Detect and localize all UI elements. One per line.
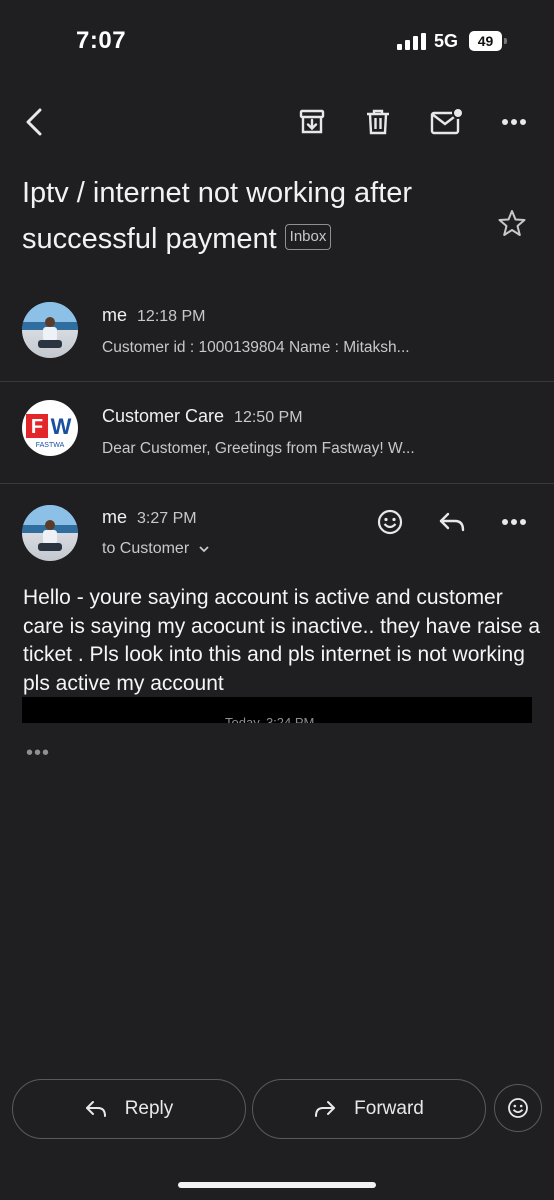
back-button[interactable]: [14, 102, 54, 142]
battery-icon: 49: [469, 31, 507, 51]
status-time: 7:07: [76, 27, 127, 54]
trash-icon: [367, 109, 389, 135]
thread-time: 12:50 PM: [234, 409, 303, 426]
thread-preview: Customer id : 1000139804 Name : Mitaksh.…: [102, 339, 410, 356]
more-horizontal-icon: [502, 519, 526, 525]
star-icon: [498, 210, 526, 236]
reply-button[interactable]: Reply: [12, 1079, 246, 1139]
message-header: me 3:27 PM: [102, 507, 197, 528]
divider: [0, 381, 554, 382]
svg-text:W: W: [51, 414, 72, 439]
reply-icon: [439, 512, 465, 532]
more-horizontal-icon: [502, 119, 526, 125]
avatar: [22, 302, 78, 358]
subject-title: Iptv / internet not working after succes…: [22, 177, 413, 255]
svg-text:F: F: [31, 416, 43, 438]
delete-button[interactable]: [358, 102, 398, 142]
divider: [0, 483, 554, 484]
thread-item-me[interactable]: me 12:18 PM Customer id : 1000139804 Name…: [0, 290, 554, 380]
thread-sender: Customer Care: [102, 406, 225, 426]
more-options-button[interactable]: [494, 102, 534, 142]
add-reaction-button[interactable]: [370, 502, 410, 542]
redacted-quote: Today, 3:24 PM: [22, 697, 532, 723]
thread-sender: me: [102, 305, 128, 325]
emoji-icon: [508, 1098, 528, 1118]
inbox-label-chip[interactable]: Inbox: [284, 224, 332, 251]
signal-icon: [397, 33, 426, 50]
archive-button[interactable]: [292, 102, 332, 142]
reply-label: Reply: [124, 1098, 174, 1119]
archive-icon: [299, 109, 325, 134]
thread-preview: Dear Customer, Greetings from Fastway! W…: [102, 440, 415, 457]
forward-icon: [315, 1101, 336, 1117]
message-sender: me: [102, 507, 128, 527]
avatar: [22, 505, 78, 561]
message-more-button[interactable]: [494, 502, 534, 542]
star-button[interactable]: [492, 203, 532, 243]
reply-icon-button[interactable]: [432, 502, 472, 542]
network-type: 5G: [434, 31, 459, 51]
message-time: 3:27 PM: [137, 510, 197, 527]
recipient-label: to Customer: [102, 540, 190, 557]
forward-button[interactable]: Forward: [252, 1079, 486, 1139]
redacted-caption: Today, 3:24 PM: [225, 715, 315, 723]
forward-label: Forward: [354, 1098, 424, 1119]
mark-unread-button[interactable]: [426, 102, 466, 142]
reply-icon: [85, 1101, 106, 1117]
show-trimmed-content-button[interactable]: •••: [26, 742, 50, 765]
battery-level: 49: [469, 31, 502, 51]
status-bar: 7:07 5G 49: [0, 0, 554, 80]
thread-time: 12:18 PM: [137, 308, 206, 325]
thread-item-customer-care[interactable]: F W FASTWA Customer Care 12:50 PM Dear Cu…: [0, 390, 554, 480]
react-button[interactable]: [494, 1084, 542, 1132]
message-body: Hello - youre saying account is active a…: [23, 586, 541, 695]
email-subject: Iptv / internet not working after succes…: [22, 170, 462, 262]
home-indicator[interactable]: [178, 1182, 376, 1188]
chevron-left-icon: [26, 108, 42, 136]
chevron-down-icon: [198, 546, 209, 553]
logo-subtext: FASTWA: [36, 442, 65, 449]
fastway-logo: F W FASTWA: [22, 400, 78, 456]
recipient-details-toggle[interactable]: to Customer: [102, 540, 210, 558]
mail-unread-icon: [430, 108, 462, 135]
emoji-icon: [377, 509, 403, 535]
